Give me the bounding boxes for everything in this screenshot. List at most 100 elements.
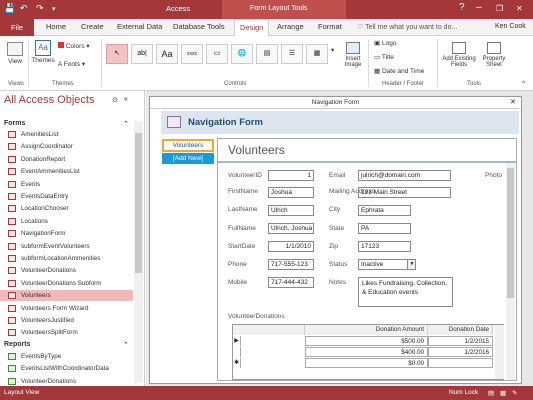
field-email[interactable]: julrich@domain.com: [358, 170, 451, 181]
field-last-name[interactable]: Ulrich: [268, 205, 314, 216]
cell-donation-amount[interactable]: $0.00: [305, 358, 428, 368]
navigation-control-button[interactable]: ☰: [281, 44, 303, 64]
textbox-control-button[interactable]: ab|: [131, 44, 153, 64]
cell-donation-date[interactable]: 1/2/2016: [428, 347, 493, 357]
nav-item-form[interactable]: DonationReport: [0, 154, 133, 165]
nav-item-form[interactable]: Locations: [0, 216, 133, 227]
record-selector[interactable]: ▶: [233, 336, 241, 346]
nav-item-form[interactable]: AmenitiesList: [0, 129, 133, 140]
collapse-reports-icon[interactable]: ⌃: [123, 341, 129, 349]
tab-external-data[interactable]: External Data: [117, 22, 162, 31]
field-first-name[interactable]: Joshua: [268, 187, 314, 198]
layout-view-icon[interactable]: ▦: [500, 389, 506, 397]
tab-home[interactable]: Home: [46, 22, 66, 31]
save-icon[interactable]: 💾: [4, 3, 15, 14]
nav-item-report[interactable]: EventsListWithCoordinatorData: [0, 363, 133, 374]
reports-section-header[interactable]: Reports: [4, 341, 30, 348]
tab-create[interactable]: Create: [81, 22, 104, 31]
title-button[interactable]: ▭ Title: [374, 53, 394, 61]
label-control-button[interactable]: Aa: [156, 44, 178, 64]
nav-item-form[interactable]: EventsDataEntry: [0, 191, 133, 202]
subform-scroll-thumb[interactable]: [507, 168, 514, 298]
field-city[interactable]: Ephrata: [358, 205, 411, 216]
nav-menu-icon[interactable]: ⊙: [112, 96, 118, 104]
nav-tab-volunteers[interactable]: Volunteers: [162, 139, 214, 152]
datasheet-scrollbar[interactable]: [495, 325, 504, 379]
subform-scrollbar[interactable]: [506, 163, 515, 380]
tab-database-tools[interactable]: Database Tools: [173, 22, 225, 31]
view-button[interactable]: View: [6, 42, 24, 65]
cell-donation-amount[interactable]: $400.00: [305, 347, 428, 357]
tab-design[interactable]: Design: [234, 19, 270, 37]
field-phone[interactable]: 717-555-123: [268, 259, 314, 270]
tell-me-search[interactable]: ♡ Tell me what you want to do...: [357, 23, 457, 31]
field-full-name[interactable]: Ulrich, Joshua: [268, 223, 314, 234]
record-selector[interactable]: [233, 347, 241, 357]
redo-icon[interactable]: ↷: [36, 3, 44, 14]
option-group-control-button[interactable]: ▦: [306, 44, 328, 64]
fonts-button[interactable]: A Fonts ▾: [58, 60, 85, 68]
cell-donation-date[interactable]: 1/2/2015: [428, 336, 493, 346]
colors-button[interactable]: Colors ▾: [58, 42, 90, 50]
nav-item-report[interactable]: VolunteerDonations: [0, 376, 133, 387]
button-control-button[interactable]: xxxx: [181, 44, 203, 64]
nav-tab-add-new[interactable]: [Add New]: [162, 153, 214, 164]
field-zip[interactable]: 17123: [358, 241, 411, 252]
nav-scroll-thumb[interactable]: [135, 133, 142, 273]
logo-button[interactable]: ▣ Logo: [374, 39, 396, 47]
design-view-icon[interactable]: ✎: [512, 389, 517, 397]
shutter-bar-icon[interactable]: «: [124, 96, 128, 103]
field-state[interactable]: PA: [358, 223, 411, 234]
select-control-button[interactable]: ↖: [106, 44, 128, 64]
nav-item-form[interactable]: LocationChooser: [0, 203, 133, 214]
nav-item-form[interactable]: VolunteerDonations: [0, 265, 133, 276]
form-view-icon[interactable]: ▤: [488, 389, 494, 397]
nav-item-form[interactable]: VolunteerDonations Subform: [0, 278, 133, 289]
nav-item-form[interactable]: subformLocationAmmenities: [0, 253, 133, 264]
collapse-ribbon-icon[interactable]: ^: [522, 80, 525, 87]
tab-file[interactable]: File: [0, 19, 34, 36]
status-select[interactable]: Inactive ▼: [358, 259, 416, 270]
cell-donation-amount[interactable]: $500.00: [305, 336, 428, 346]
nav-item-form[interactable]: VolunteersSplitForm: [0, 327, 133, 338]
forms-section-header[interactable]: Forms: [4, 120, 25, 127]
collapse-forms-icon[interactable]: ⌃: [123, 120, 129, 128]
undo-icon[interactable]: ↶: [20, 3, 28, 14]
themes-button[interactable]: Aa Themes: [31, 40, 55, 64]
customize-toolbar-icon[interactable]: ▾: [52, 5, 56, 13]
user-name[interactable]: Ken Cook: [495, 23, 526, 30]
column-header-donation-amount[interactable]: Donation Amount: [305, 325, 428, 335]
field-notes[interactable]: Likes Fundraising, Collection, & Educati…: [358, 277, 453, 307]
field-mobile[interactable]: 717-444-432: [268, 277, 314, 288]
nav-item-form[interactable]: subformEventVolunteers: [0, 241, 133, 252]
date-time-button[interactable]: ▦ Date and Time: [374, 67, 424, 75]
nav-item-form[interactable]: Events: [0, 179, 133, 190]
field-start-date[interactable]: 1/1/2010: [268, 241, 314, 252]
nav-item-form[interactable]: Volunteers: [0, 290, 133, 302]
column-header-donation-date[interactable]: Donation Date: [428, 325, 493, 335]
field-volunteer-id[interactable]: 1: [268, 170, 314, 181]
minimize-button[interactable]: –: [476, 2, 482, 13]
cell-donation-date[interactable]: [428, 358, 493, 368]
tab-arrange[interactable]: Arrange: [277, 22, 304, 31]
web-browser-control-button[interactable]: ▤: [256, 44, 278, 64]
nav-scrollbar[interactable]: [134, 121, 143, 383]
form-close-icon[interactable]: ✕: [510, 98, 516, 106]
nav-item-form[interactable]: Volunteers Form Wizard: [0, 303, 133, 314]
help-button[interactable]: ?: [459, 2, 465, 13]
nav-item-form[interactable]: AssignCoordinator: [0, 141, 133, 152]
nav-pane-header[interactable]: All Access Objects: [4, 94, 94, 106]
controls-more-button[interactable]: ▾: [331, 46, 334, 54]
tab-format[interactable]: Format: [318, 22, 342, 31]
restore-button[interactable]: ❐: [496, 4, 503, 13]
hyperlink-control-button[interactable]: 🌐: [231, 44, 253, 64]
nav-item-form[interactable]: NavigationForm: [0, 228, 133, 239]
nav-item-form[interactable]: VolunteersJustified: [0, 315, 133, 326]
field-mailing-address[interactable]: 123 Main Street: [358, 187, 451, 198]
close-button[interactable]: ✕: [516, 4, 523, 13]
nav-item-form[interactable]: EventAmmenitiesList: [0, 166, 133, 177]
tab-control-button[interactable]: ▭: [206, 44, 228, 64]
record-selector[interactable]: ✱: [233, 358, 241, 368]
add-existing-fields-button[interactable]: Add Existing Fields: [442, 42, 476, 68]
property-sheet-button[interactable]: Property Sheet: [479, 42, 509, 68]
